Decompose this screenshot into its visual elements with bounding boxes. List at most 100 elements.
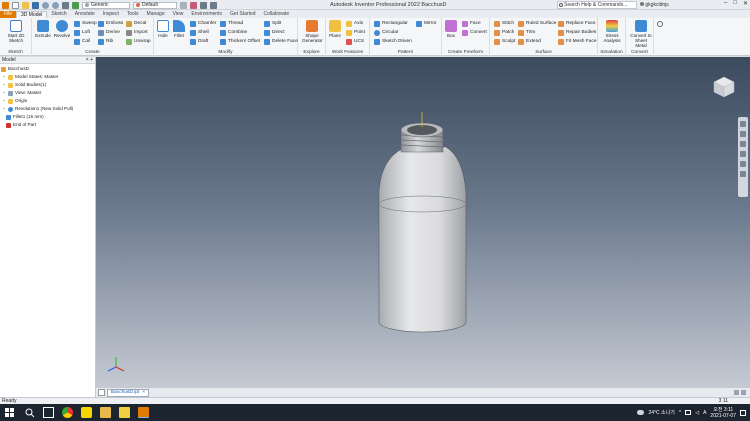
close-icon[interactable]: ✕	[743, 0, 748, 7]
menu-icon[interactable]	[741, 390, 746, 395]
sketch-driven-button[interactable]: Sketch Driven	[374, 38, 412, 46]
thread-button[interactable]: Thread	[220, 20, 243, 28]
unwrap-button[interactable]: Unwrap	[126, 38, 151, 46]
tab-inspect[interactable]: Inspect	[99, 11, 123, 18]
emboss-button[interactable]: Emboss	[98, 20, 123, 28]
repair-bodies-button[interactable]: Repair Bodies	[558, 29, 596, 37]
graphics-viewport[interactable]	[96, 57, 750, 387]
circular-pattern-button[interactable]: Circular	[374, 29, 399, 37]
file-explorer-icon[interactable]	[100, 407, 111, 418]
convert-to-sheet-metal-button[interactable]: Convert to Sheet Metal	[629, 20, 653, 48]
replace-face-button[interactable]: Replace Face	[558, 20, 596, 28]
notification-icon[interactable]	[740, 409, 746, 416]
tree-node-view[interactable]: + View: Master	[0, 89, 95, 97]
app-logo-icon[interactable]	[2, 1, 9, 9]
stress-analysis-button[interactable]: Stress Analysis	[602, 20, 622, 43]
kakaotalk-icon[interactable]	[81, 407, 92, 418]
user-account[interactable]: gkgkcldnjs	[640, 2, 669, 8]
viewcube-icon[interactable]	[712, 75, 736, 99]
browser-close-icon[interactable]: × +	[86, 57, 93, 64]
clear-appearance-icon[interactable]	[180, 1, 187, 9]
zoom-icon[interactable]	[740, 141, 746, 147]
new-file-icon[interactable]	[12, 1, 19, 9]
tab-file[interactable]: File	[0, 11, 16, 18]
shell-button[interactable]: Shell	[190, 29, 209, 37]
start-2d-sketch-button[interactable]: Start 2D Sketch	[6, 20, 26, 43]
network-icon[interactable]	[685, 410, 692, 415]
ruled-surface-button[interactable]: Ruled Surface	[518, 20, 556, 28]
expand-icon[interactable]: +	[2, 81, 6, 89]
box-button[interactable]: Box	[442, 20, 460, 38]
tree-node-end-of-part[interactable]: End of Part	[0, 121, 95, 129]
sweep-button[interactable]: Sweep	[74, 20, 97, 28]
expand-icon[interactable]: +	[2, 97, 6, 105]
tab-tools[interactable]: Tools	[123, 11, 143, 18]
import-button[interactable]: Import	[126, 29, 148, 37]
ucs-button[interactable]: UCS	[346, 38, 364, 46]
tab-get-started[interactable]: Get Started	[226, 11, 260, 18]
tab-3d-model[interactable]: 3D Model	[16, 11, 48, 18]
expand-icon[interactable]: +	[2, 105, 6, 113]
task-view-icon[interactable]	[43, 407, 54, 418]
bottle-body[interactable]	[378, 146, 467, 333]
search-taskbar-icon[interactable]	[24, 407, 35, 418]
tab-collaborate[interactable]: Collaborate	[260, 11, 294, 18]
rectangular-pattern-button[interactable]: Rectangular	[374, 20, 408, 28]
split-button[interactable]: Split	[264, 20, 281, 28]
maximize-icon[interactable]: □	[733, 0, 737, 7]
extend-button[interactable]: Extend	[518, 38, 541, 46]
axis-button[interactable]: Axis	[346, 20, 363, 28]
pan-icon[interactable]	[740, 131, 746, 137]
steering-wheel-icon[interactable]	[740, 121, 746, 127]
tab-sketch[interactable]: Sketch	[47, 11, 70, 18]
draft-button[interactable]: Draft	[190, 38, 208, 46]
rib-button[interactable]: Rib	[98, 38, 113, 46]
save-icon[interactable]	[32, 1, 39, 9]
delete-face-button[interactable]: Delete Face	[264, 38, 298, 46]
home-tab-icon[interactable]	[98, 389, 105, 396]
chrome-icon[interactable]	[62, 407, 73, 418]
look-at-icon[interactable]	[740, 161, 746, 167]
decal-button[interactable]: Decal	[126, 20, 146, 28]
windows-start-icon[interactable]	[4, 407, 15, 418]
combine-button[interactable]: Combine	[220, 29, 247, 37]
convert-button[interactable]: Convert	[462, 29, 487, 37]
clock[interactable]: 오전 3:11 2021-07-07	[710, 407, 736, 419]
tab-view[interactable]: View	[169, 11, 188, 18]
fx-icon[interactable]	[200, 1, 207, 9]
inventor-taskbar-icon[interactable]	[138, 407, 149, 418]
tray-chevron-icon[interactable]: ^	[679, 410, 681, 416]
minimize-icon[interactable]: –	[724, 0, 727, 7]
bottle-model[interactable]	[96, 57, 750, 387]
tree-node-root[interactable]: BacchusD	[0, 65, 95, 73]
view-face-icon[interactable]	[740, 171, 746, 177]
extrude-button[interactable]: Extrude	[34, 20, 52, 38]
stitch-button[interactable]: Stitch	[494, 20, 514, 28]
tree-node-revolution1[interactable]: + Revolution1 (New Solid Pull)	[0, 105, 95, 113]
appearance-select[interactable]: Default	[133, 1, 177, 9]
document-tab[interactable]: BacchusD.ipt ×	[107, 389, 150, 397]
redo-icon[interactable]	[52, 1, 59, 9]
language-indicator[interactable]: A	[703, 410, 706, 416]
expand-icon[interactable]: +	[2, 73, 6, 81]
material-select[interactable]: Generic	[82, 1, 130, 9]
direct-button[interactable]: Direct	[264, 29, 285, 37]
tab-annotate[interactable]: Annotate	[71, 11, 99, 18]
orbit-icon[interactable]	[740, 151, 746, 157]
measure-icon[interactable]	[210, 1, 217, 9]
expand-icon[interactable]: +	[2, 89, 6, 97]
update-icon[interactable]	[72, 1, 79, 9]
tab-manage[interactable]: Manage	[143, 11, 169, 18]
tree-node-origin[interactable]: + Origin	[0, 97, 95, 105]
tab-environments[interactable]: Environments	[187, 11, 226, 18]
plane-button[interactable]: Plane	[326, 20, 344, 38]
fillet-button[interactable]: Fillet	[170, 20, 188, 38]
derive-button[interactable]: Derive	[98, 29, 120, 37]
coil-button[interactable]: Coil	[74, 38, 90, 46]
bottle-opening[interactable]	[400, 112, 444, 138]
loft-button[interactable]: Loft	[74, 29, 90, 37]
notes-icon[interactable]	[119, 407, 130, 418]
fit-mesh-face-button[interactable]: Fit Mesh Face	[558, 38, 596, 46]
weather-text[interactable]: 24°C 소나기	[648, 409, 674, 416]
trim-button[interactable]: Trim	[518, 29, 535, 37]
